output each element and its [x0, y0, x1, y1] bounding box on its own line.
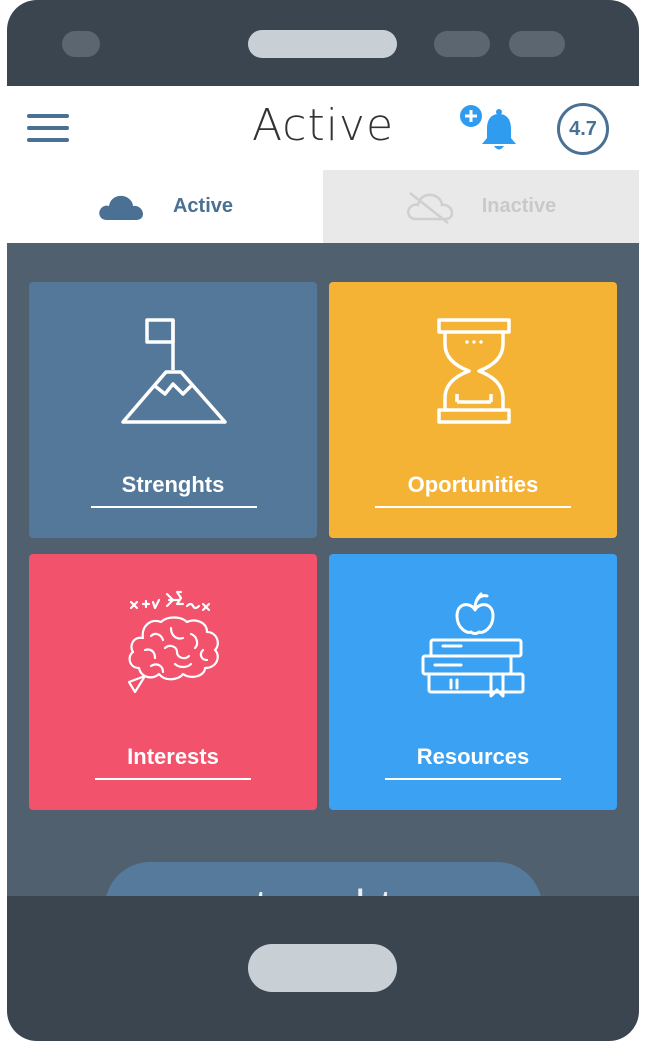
tab-active[interactable]: Active [7, 170, 323, 243]
notification-bell-icon[interactable] [457, 104, 523, 154]
app-screen: Active 4.7 Active Inactive Strenghts Opo… [7, 86, 639, 896]
speaker-slot [248, 30, 397, 58]
hourglass-icon [437, 318, 511, 424]
tile-strengths-underline [91, 506, 257, 508]
tile-resources-label: Resources [416, 744, 530, 769]
camera-dot [62, 31, 100, 57]
sensor-pill-right [509, 31, 565, 57]
tab-inactive-label: Inactive [481, 195, 557, 217]
tab-active-label: Active [172, 195, 234, 217]
home-button[interactable] [248, 944, 397, 992]
tile-interests[interactable]: Interests [29, 554, 317, 810]
rating-badge[interactable]: 4.7 [557, 103, 609, 155]
tab-bar: Active Inactive [7, 170, 639, 243]
tile-resources[interactable]: Resources [329, 554, 617, 810]
tile-opportunities-underline [375, 506, 571, 508]
app-bar: Active 4.7 [7, 86, 639, 170]
tile-opportunities-label: Oportunities [407, 472, 539, 497]
tile-strengths[interactable]: Strenghts [29, 282, 317, 538]
mountain-flag-icon [121, 318, 227, 424]
tile-opportunities[interactable]: Oportunities [329, 282, 617, 538]
strengths-button[interactable]: strenghts [105, 862, 542, 896]
page-title: Active [251, 100, 395, 151]
strengths-button-label: strenghts [105, 876, 542, 896]
books-apple-icon [421, 592, 525, 698]
brain-icon [127, 590, 219, 694]
tile-interests-underline [95, 778, 251, 780]
cloud-off-icon [406, 191, 454, 224]
tile-strengths-label: Strenghts [121, 472, 225, 497]
sensor-pill-left [434, 31, 490, 57]
tile-resources-underline [385, 778, 561, 780]
tab-inactive[interactable]: Inactive [323, 170, 639, 243]
tile-interests-label: Interests [127, 744, 219, 769]
cloud-icon [99, 195, 143, 220]
